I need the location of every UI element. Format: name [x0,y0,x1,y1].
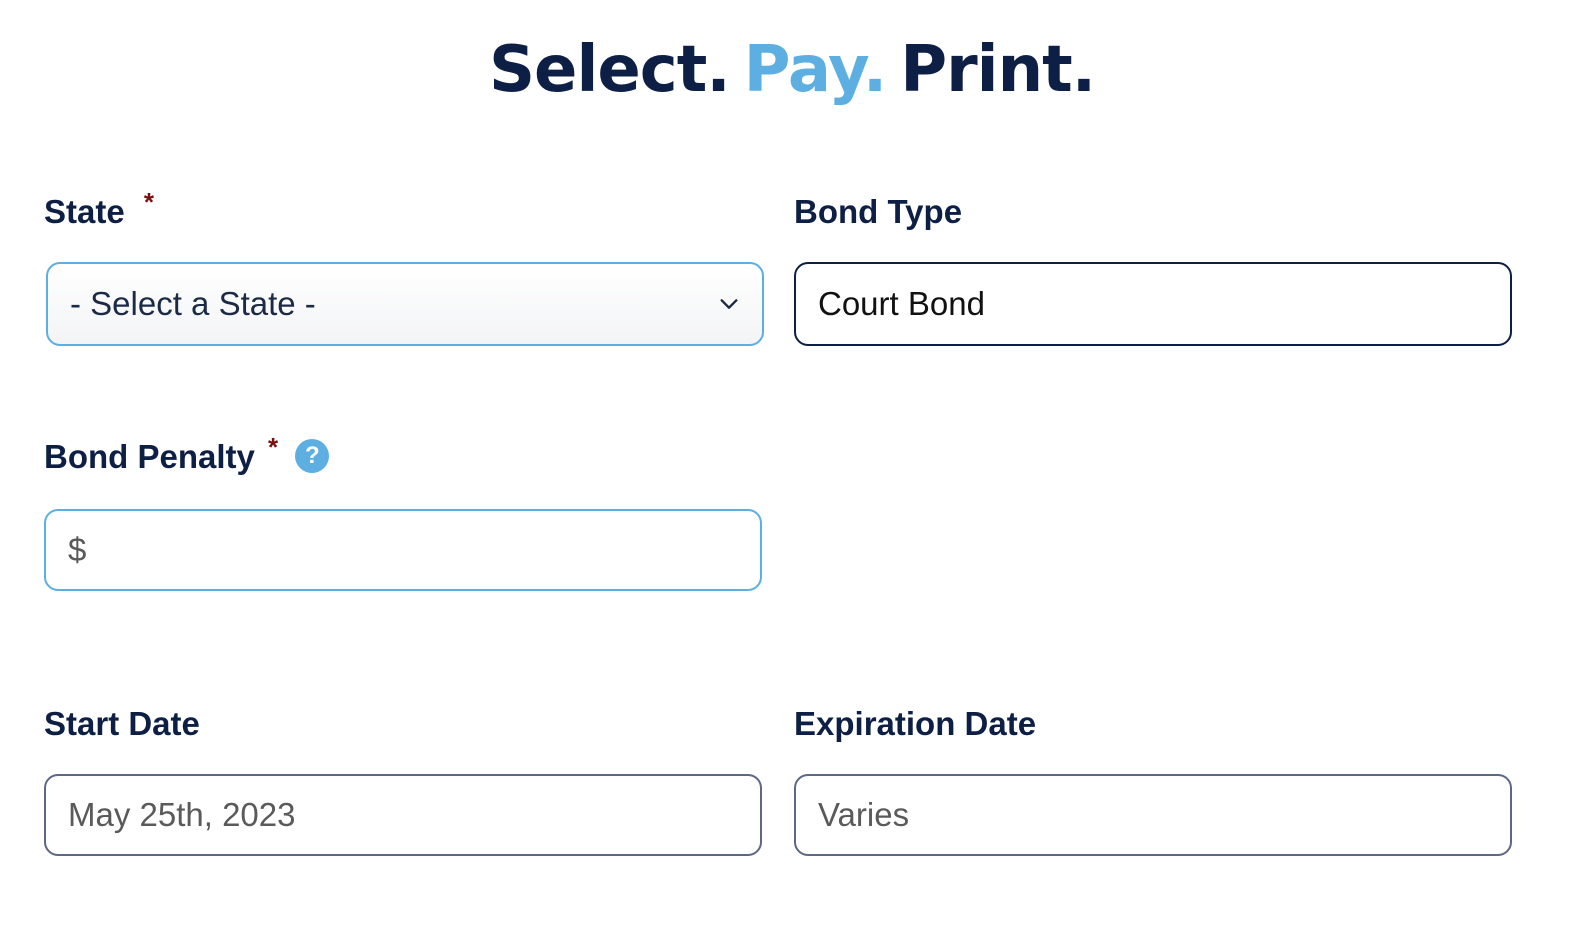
bond-penalty-input[interactable]: $ [44,509,762,591]
state-select[interactable]: - Select a State - [46,262,764,346]
expiration-date-label: Expiration Date [794,704,1036,744]
bond-penalty-label: Bond Penalty * ? [44,432,330,479]
chevron-down-icon[interactable] [718,293,740,315]
expiration-date-label-text: Expiration Date [794,705,1037,742]
headline-pay: Pay. [743,33,888,107]
start-date-label-text: Start Date [44,705,200,742]
headline-print: Print. [900,33,1096,107]
bond-type-field[interactable]: Court Bond [794,262,1512,346]
bond-penalty-label-text: Bond Penalty [44,438,255,475]
state-required-mark: * [143,187,154,217]
start-date-field[interactable]: May 25th, 2023 [44,774,762,856]
expiration-date-field[interactable]: Varies [794,774,1512,856]
state-label: State * [44,187,154,234]
expiration-date-value: Varies [818,796,910,833]
bond-purchase-form-page: Select. Pay. Print. State * - Select a Sta… [0,0,1584,938]
bond-penalty-required-mark: * [268,432,279,462]
bond-type-value: Court Bond [818,285,985,322]
bond-type-label: Bond Type [794,192,962,232]
start-date-value: May 25th, 2023 [68,796,296,833]
state-label-text: State [44,193,125,230]
headline-select: Select. [488,33,731,107]
bond-type-label-text: Bond Type [794,193,963,230]
start-date-label: Start Date [44,704,200,744]
page-headline: Select. Pay. Print. [0,30,1584,110]
state-select-value: - Select a State - [70,285,316,322]
bond-penalty-currency-prefix: $ [68,531,87,568]
help-icon[interactable]: ? [295,439,330,474]
